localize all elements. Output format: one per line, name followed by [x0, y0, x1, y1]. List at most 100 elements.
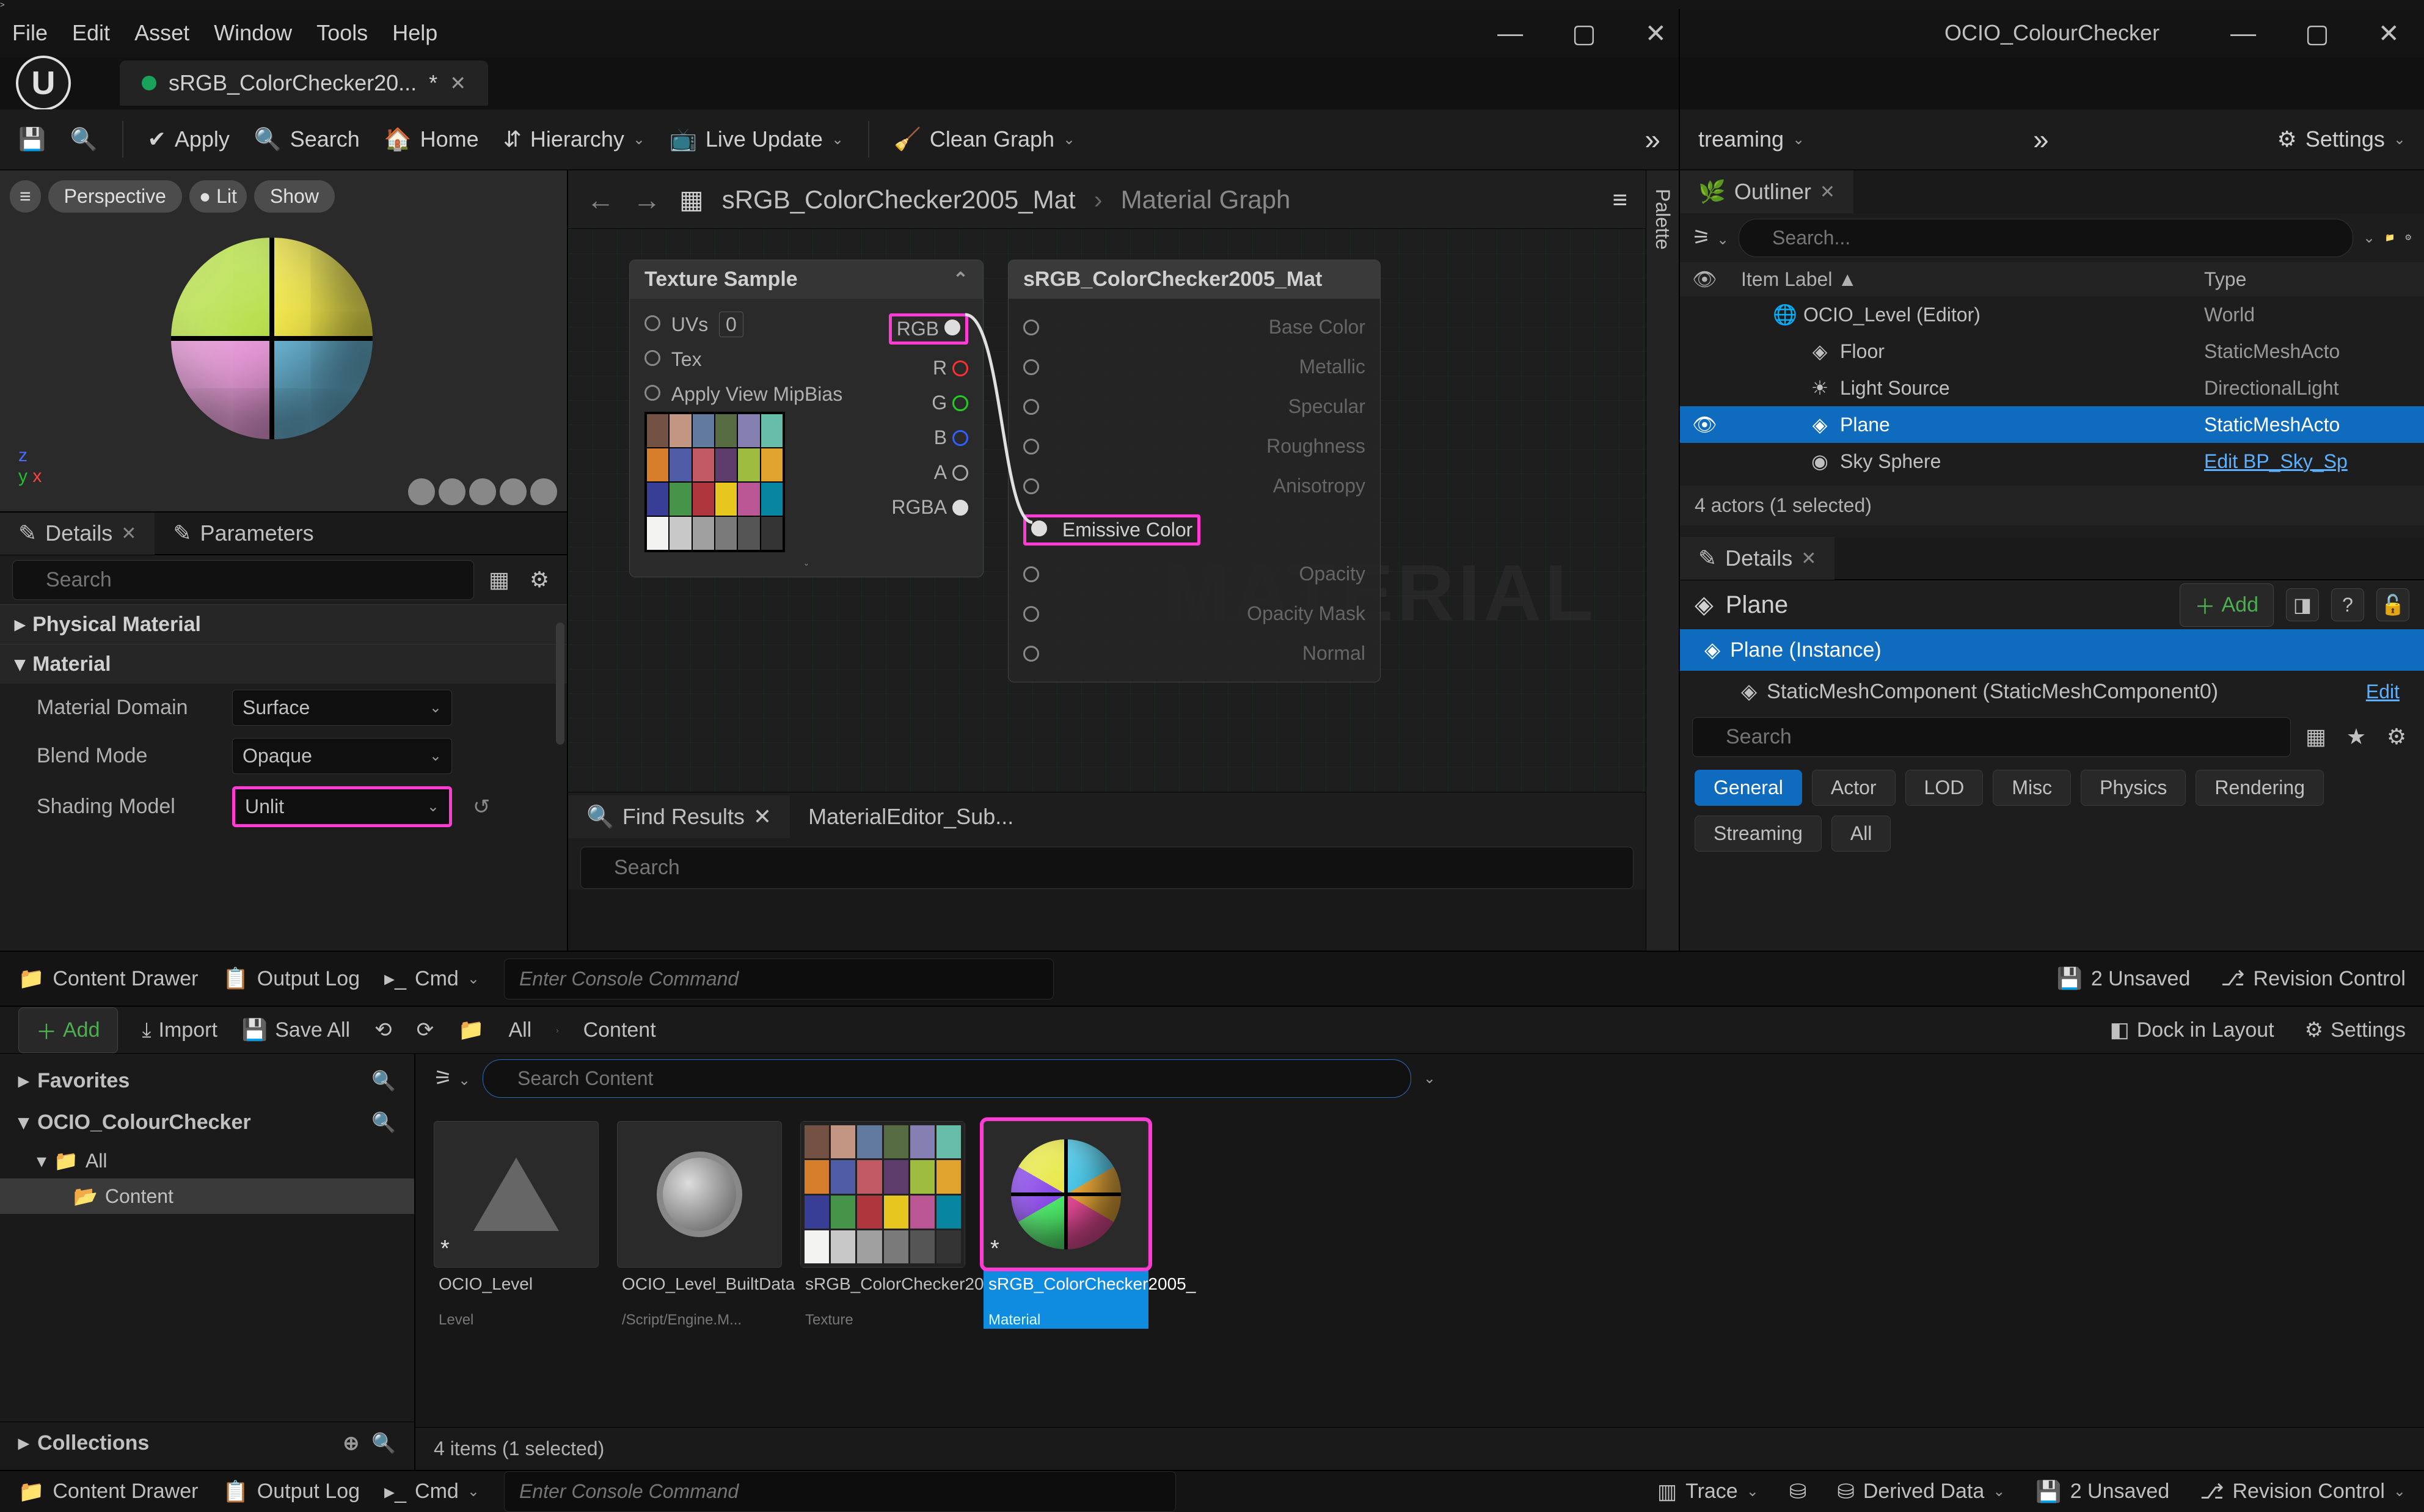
window2-minimize[interactable]: —: [2230, 18, 2256, 48]
outliner-item[interactable]: 🌐OCIO_Level (Editor)World: [1680, 296, 2424, 333]
add-component-button[interactable]: ＋ Add: [2180, 583, 2274, 627]
menu-file[interactable]: File: [12, 20, 48, 46]
bottom-output-log[interactable]: 📋 Output Log: [222, 1480, 360, 1504]
console-input[interactable]: [504, 959, 1054, 999]
blend-mode-combo[interactable]: Opaque⌄: [232, 738, 452, 774]
right-details-search-input[interactable]: [1692, 717, 2291, 757]
close-icon[interactable]: ✕: [1820, 181, 1835, 203]
graph-menu-icon[interactable]: ≡: [1612, 185, 1627, 214]
scrollbar[interactable]: [556, 623, 564, 745]
filter-icon[interactable]: ⚞ ⌄: [1692, 225, 1729, 250]
cb-settings-button[interactable]: ⚙ Settings: [2305, 1018, 2406, 1042]
physical-material-category[interactable]: ▸ Physical Material: [0, 604, 567, 644]
collapse-icon[interactable]: ⌃: [953, 269, 968, 290]
nav-back-icon[interactable]: ←: [586, 183, 615, 216]
g-output-pin[interactable]: [952, 395, 968, 411]
cb-history-back-icon[interactable]: ⟲: [374, 1018, 392, 1042]
filter-lod-chip[interactable]: LOD: [1905, 770, 1984, 806]
cb-folder-icon[interactable]: 📁: [458, 1018, 484, 1042]
browse-icon[interactable]: 🔍: [70, 126, 98, 152]
material-preview-viewport[interactable]: ≡ Perspective ● Lit Show zy x: [0, 170, 567, 513]
material-graph-canvas[interactable]: MATERIAL Texture Sample ⌃ UVs 0 Tex: [568, 229, 1646, 792]
preview-shape-toolbar[interactable]: [408, 478, 557, 505]
material-category[interactable]: ▾ Material: [0, 644, 567, 684]
output-log-button[interactable]: 📋 Output Log: [222, 966, 360, 991]
filter-streaming-chip[interactable]: Streaming: [1695, 816, 1822, 852]
asset-card[interactable]: sRGB_ColorChecker2005 Texture: [800, 1121, 965, 1409]
apply-button[interactable]: ✔ Apply: [148, 126, 230, 152]
type-column[interactable]: Type: [2204, 268, 2412, 291]
cb-add-button[interactable]: ＋ Add: [18, 1007, 118, 1053]
derived-data-button[interactable]: ⛁ Derived Data ⌄: [1837, 1480, 2005, 1504]
material-output-node[interactable]: sRGB_ColorChecker2005_Mat Base Color Met…: [1008, 260, 1381, 682]
reset-to-default-icon[interactable]: ↺: [473, 795, 491, 819]
show-button[interactable]: Show: [254, 180, 335, 213]
item-label-column[interactable]: Item Label ▲: [1717, 268, 2204, 291]
live-update-button[interactable]: 📺 Live Update ⌄: [670, 126, 844, 152]
overflow-icon[interactable]: »: [2033, 123, 2049, 156]
lit-button[interactable]: ● Lit: [189, 180, 247, 213]
cb-crumb-content[interactable]: Content: [583, 1018, 656, 1042]
details-tab[interactable]: ✎ Details ✕: [0, 512, 155, 555]
cmd-dropdown[interactable]: ▸_ Cmd ⌄: [384, 966, 480, 991]
texture-sample-node[interactable]: Texture Sample ⌃ UVs 0 Tex Apply View Mi…: [629, 260, 984, 577]
folder-icon[interactable]: 📁: [2385, 233, 2395, 243]
favorites-icon[interactable]: ★: [2341, 721, 2371, 752]
streaming-button[interactable]: treaming ⌄: [1698, 126, 1805, 152]
graph-root-icon[interactable]: ▦: [679, 184, 704, 214]
close-icon[interactable]: ✕: [753, 804, 772, 830]
shading-model-combo[interactable]: Unlit⌄: [232, 786, 452, 827]
r-output-pin[interactable]: [952, 360, 968, 376]
cb-search-input[interactable]: [483, 1059, 1411, 1098]
material-domain-combo[interactable]: Surface⌄: [232, 690, 452, 726]
a-output-pin[interactable]: [952, 465, 968, 481]
edit-link[interactable]: Edit: [2366, 681, 2400, 703]
outliner-settings-icon[interactable]: ⚙: [2404, 233, 2412, 243]
bottom-console-input[interactable]: [504, 1471, 1176, 1512]
filter-general-chip[interactable]: General: [1695, 770, 1802, 806]
nav-forward-icon[interactable]: →: [633, 183, 661, 216]
cb-import-button[interactable]: ⤓ Import: [142, 1018, 217, 1042]
cb-favorites-section[interactable]: ▸ Favorites🔍: [0, 1060, 414, 1101]
asset-card[interactable]: OCIO_Level_BuiltData /Script/Engine.M...: [617, 1121, 782, 1409]
grid-view-icon[interactable]: ▦: [2301, 721, 2331, 752]
cb-crumb-all[interactable]: All: [508, 1018, 531, 1042]
outliner-search-input[interactable]: [1739, 219, 2353, 257]
cb-history-forward-icon[interactable]: ⟳: [417, 1018, 434, 1042]
find-results-tab[interactable]: 🔍 Find Results ✕: [568, 795, 790, 838]
save-icon[interactable]: 💾: [18, 126, 46, 152]
cb-dock-button[interactable]: ◧ Dock in Layout: [2110, 1018, 2274, 1042]
details-search-input[interactable]: [12, 560, 474, 600]
cb-add-collection-icon[interactable]: ⊕: [343, 1431, 359, 1455]
content-drawer-button[interactable]: 📁 Content Drawer: [18, 966, 198, 991]
cb-tree-content[interactable]: 📂 Content: [0, 1178, 414, 1214]
tab-close-icon[interactable]: ✕: [450, 71, 466, 95]
revision-control-button[interactable]: ⎇ Revision Control: [2221, 966, 2406, 991]
right-details-tab[interactable]: ✎ Details ✕: [1680, 537, 1834, 580]
blueprint-icon[interactable]: ◨: [2286, 588, 2319, 621]
menu-asset[interactable]: Asset: [134, 20, 189, 46]
bottom-content-drawer[interactable]: 📁 Content Drawer: [18, 1480, 198, 1504]
trace-button[interactable]: ▥ Trace ⌄: [1657, 1480, 1759, 1504]
clean-graph-button[interactable]: 🧹 Clean Graph ⌄: [894, 126, 1075, 152]
unsaved-button[interactable]: 💾 2 Unsaved: [2056, 966, 2190, 991]
cb-filter-icon[interactable]: ⚞ ⌄: [434, 1066, 470, 1090]
cb-search-collection-icon[interactable]: 🔍: [371, 1431, 396, 1455]
find-search-input[interactable]: [580, 847, 1634, 889]
lock-icon[interactable]: 🔓: [2376, 588, 2409, 621]
rgba-output-pin[interactable]: [952, 500, 968, 516]
bottom-unsaved-button[interactable]: 💾 2 Unsaved: [2035, 1480, 2169, 1504]
cb-tree-all[interactable]: ▾ 📁 All: [0, 1143, 414, 1178]
bottom-cmd-dropdown[interactable]: ▸_ Cmd ⌄: [384, 1480, 480, 1504]
cb-collections-section[interactable]: ▸ Collections ⊕🔍: [0, 1422, 414, 1464]
hierarchy-button[interactable]: ⇵ Hierarchy ⌄: [503, 126, 645, 152]
menu-window[interactable]: Window: [214, 20, 292, 46]
window-maximize[interactable]: ▢: [1572, 18, 1596, 48]
material-editor-sub-tab[interactable]: MaterialEditor_Sub...: [790, 795, 1032, 838]
settings-button[interactable]: ⚙ Settings ⌄: [2277, 126, 2406, 152]
asset-card[interactable]: * sRGB_ColorChecker2005_ Material: [984, 1121, 1148, 1409]
settings-gear-icon[interactable]: ⚙: [2381, 721, 2412, 752]
bottom-revision-control[interactable]: ⎇ Revision Control ⌄: [2200, 1480, 2406, 1504]
outliner-item[interactable]: ◈FloorStaticMeshActo: [1680, 333, 2424, 370]
cb-project-section[interactable]: ▾ OCIO_ColourChecker🔍: [0, 1101, 414, 1143]
